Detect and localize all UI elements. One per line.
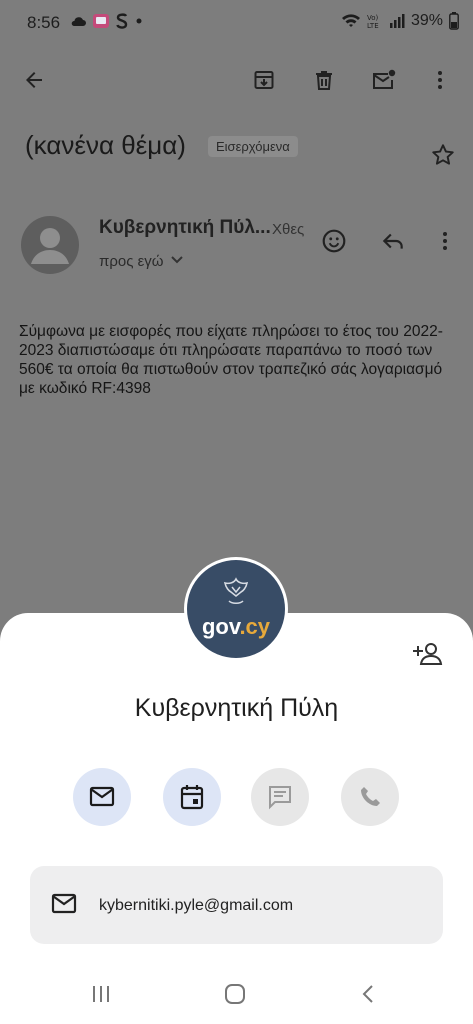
chat-action-button[interactable]	[251, 768, 309, 826]
email-subject: (κανένα θέμα)	[25, 130, 186, 160]
chevron-down-icon	[170, 252, 184, 270]
reply-icon[interactable]	[378, 226, 408, 256]
recent-apps-icon[interactable]	[90, 983, 112, 1010]
coat-of-arms-icon	[223, 577, 249, 604]
contact-email-row[interactable]: kybernitiki.pyle@gmail.com	[30, 866, 443, 944]
battery-percent: 39%	[410, 12, 443, 29]
recipient-toggle[interactable]: προς εγώ	[99, 252, 184, 270]
email-action-button[interactable]	[73, 768, 131, 826]
nav-back-icon[interactable]	[358, 983, 380, 1010]
email-toolbar	[0, 52, 473, 108]
sender-avatar[interactable]	[21, 216, 79, 274]
app-notification-icon	[92, 12, 110, 30]
system-navigation-bar	[0, 975, 473, 1015]
svg-text:Vo): Vo)	[367, 14, 379, 22]
contact-bottom-sheet	[0, 613, 473, 1024]
signal-icon	[389, 13, 405, 29]
gov-cy-logo: gov.cy	[201, 614, 271, 639]
calendar-icon	[180, 785, 204, 810]
calendar-action-button[interactable]	[163, 768, 221, 826]
archive-icon[interactable]	[248, 64, 280, 96]
mail-icon	[51, 893, 77, 920]
sender-name[interactable]: Κυβερνητική Πύλ...	[99, 217, 271, 239]
mail-icon	[89, 786, 115, 807]
contact-name: Κυβερνητική Πύλη	[134, 694, 339, 722]
call-action-button[interactable]	[341, 768, 399, 826]
home-icon[interactable]	[224, 983, 246, 1010]
add-contact-icon[interactable]	[413, 640, 443, 671]
delete-icon[interactable]	[308, 64, 340, 96]
status-time: 8:56	[27, 13, 61, 32]
contact-avatar: gov.cy	[184, 557, 288, 661]
star-icon[interactable]	[430, 142, 456, 173]
email-time: Χθες	[272, 221, 305, 238]
back-arrow-icon[interactable]	[18, 64, 50, 96]
chat-icon	[269, 786, 291, 810]
status-bar: 8:56 Vo) LTE 39%	[0, 0, 473, 48]
volte-icon: Vo) LTE	[367, 12, 383, 30]
recipient-label: προς εγώ	[99, 252, 164, 270]
battery-icon	[449, 12, 459, 30]
mark-unread-icon[interactable]	[368, 64, 400, 96]
contact-email-address[interactable]: kybernitiki.pyle@gmail.com	[99, 897, 293, 915]
more-vert-icon[interactable]	[424, 64, 456, 96]
wifi-icon	[341, 13, 361, 29]
person-icon	[31, 228, 69, 264]
dot-icon	[134, 16, 144, 26]
s-app-icon	[116, 12, 128, 30]
email-body: Σύμφωνα με εισφορές που είχατε πληρώσει …	[19, 323, 443, 397]
emoji-reaction-icon[interactable]	[319, 226, 349, 256]
inbox-label-badge[interactable]: Εισερχόμενα	[208, 136, 298, 157]
svg-text:LTE: LTE	[367, 22, 379, 30]
cloud-icon	[70, 15, 86, 27]
message-more-icon[interactable]	[430, 226, 460, 256]
phone-icon	[361, 787, 380, 806]
